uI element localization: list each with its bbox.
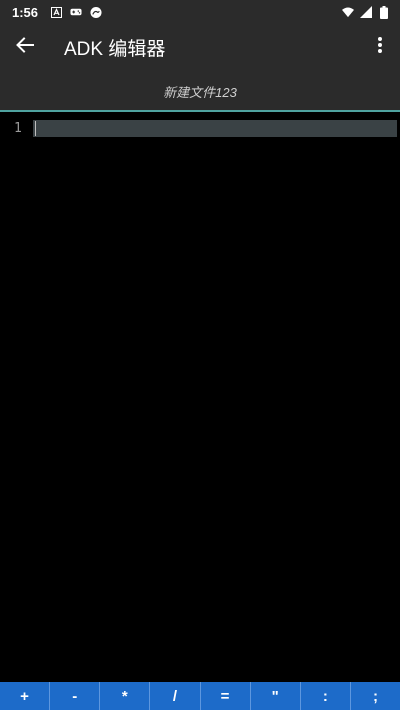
current-line-highlight[interactable] [33, 120, 397, 137]
editor-line: 1 [0, 120, 400, 137]
code-editor[interactable]: 1 [0, 114, 400, 682]
text-cursor [35, 121, 36, 136]
status-right [342, 5, 390, 19]
more-vert-icon [378, 36, 382, 58]
symbol-key-colon[interactable]: : [301, 682, 351, 710]
app-bar: ADK 编辑器 [0, 24, 400, 70]
symbol-key-equals[interactable]: = [201, 682, 251, 710]
cast-icon [90, 6, 102, 18]
app-screen: 1:56 ADK 编辑器 新建文件123 1 + - * / = ": ; [0, 0, 400, 710]
symbol-key-minus[interactable]: - [50, 682, 101, 710]
app-title: ADK 编辑器 [64, 38, 166, 60]
wifi-icon [342, 6, 354, 18]
overflow-menu-button[interactable] [360, 24, 400, 70]
back-button[interactable] [0, 24, 50, 70]
file-tab-bar: 新建文件123 [0, 70, 400, 112]
signal-icon [360, 6, 372, 18]
symbol-key-slash[interactable]: / [150, 682, 201, 710]
symbol-key-semicolon[interactable]: ; [351, 682, 400, 710]
line-number: 1 [14, 121, 22, 136]
status-bar: 1:56 [0, 0, 400, 24]
battery-icon [378, 5, 390, 19]
symbol-key-asterisk[interactable]: * [100, 682, 151, 710]
game-controller-icon [70, 6, 82, 18]
symbol-bar: + - * / = " : ; [0, 682, 400, 710]
symbol-key-plus[interactable]: + [0, 682, 51, 710]
file-tab[interactable]: 新建文件123 [163, 82, 237, 101]
arrow-back-icon [16, 36, 34, 58]
status-time: 1:56 [12, 4, 39, 20]
status-left: 1:56 [12, 5, 102, 20]
symbol-key-quote[interactable]: " [251, 682, 301, 710]
a-notification-icon [50, 6, 62, 18]
